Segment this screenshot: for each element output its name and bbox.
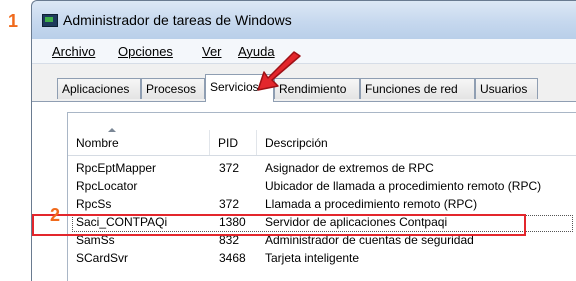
service-pid: 372 bbox=[219, 197, 240, 211]
tab-funciones-de-red[interactable]: Funciones de red bbox=[360, 78, 475, 99]
column-header-name[interactable]: Nombre bbox=[68, 128, 210, 155]
table-row[interactable]: SCardSvr 3468 Tarjeta inteligente bbox=[68, 249, 576, 267]
tab-procesos[interactable]: Procesos bbox=[141, 78, 205, 99]
menu-opciones[interactable]: Opciones bbox=[118, 44, 173, 59]
menu-ver[interactable]: Ver bbox=[202, 44, 222, 59]
service-description: Llamada a procedimiento remoto (RPC) bbox=[265, 197, 478, 211]
service-name: RpcSs bbox=[76, 197, 112, 211]
service-name: SCardSvr bbox=[76, 251, 129, 265]
tab-strip: Aplicaciones Procesos Servicios Rendimie… bbox=[32, 64, 576, 102]
column-header-row: Nombre PID Descripción bbox=[68, 128, 576, 156]
pointer-arrow-icon bbox=[257, 51, 301, 91]
column-header-name-label: Nombre bbox=[76, 136, 119, 150]
column-header-pid-label: PID bbox=[218, 136, 239, 150]
service-pid: 372 bbox=[219, 161, 240, 175]
task-manager-window: Administrador de tareas de Windows Archi… bbox=[31, 0, 576, 281]
menu-archivo[interactable]: Archivo bbox=[52, 44, 95, 59]
services-list[interactable]: Nombre PID Descripción RpcEptMapper 372 … bbox=[67, 112, 576, 281]
table-row[interactable]: RpcEptMapper 372 Asignador de extremos d… bbox=[68, 159, 576, 177]
service-description: Asignador de extremos de RPC bbox=[265, 161, 434, 175]
table-row[interactable]: RpcLocator Ubicador de llamada a procedi… bbox=[68, 177, 576, 195]
step-number-1: 1 bbox=[8, 11, 19, 31]
step-number-2: 2 bbox=[50, 205, 61, 225]
tab-aplicaciones[interactable]: Aplicaciones bbox=[57, 78, 141, 99]
service-name: RpcEptMapper bbox=[76, 161, 157, 175]
column-header-description[interactable]: Descripción bbox=[257, 130, 576, 155]
menu-bar: Archivo Opciones Ver Ayuda bbox=[32, 39, 576, 64]
column-header-description-label: Descripción bbox=[265, 136, 328, 150]
title-bar[interactable]: Administrador de tareas de Windows bbox=[32, 1, 576, 39]
service-pid: 3468 bbox=[219, 251, 246, 265]
highlight-frame bbox=[32, 214, 526, 236]
column-header-pid[interactable]: PID bbox=[210, 130, 257, 155]
services-panel: Nombre PID Descripción RpcEptMapper 372 … bbox=[32, 101, 576, 281]
service-description: Ubicador de llamada a procedimiento remo… bbox=[265, 179, 542, 193]
service-description: Tarjeta inteligente bbox=[265, 251, 360, 265]
table-row[interactable]: RpcSs 372 Llamada a procedimiento remoto… bbox=[68, 195, 576, 213]
sort-ascending-icon bbox=[108, 128, 116, 132]
service-name: RpcLocator bbox=[76, 179, 138, 193]
task-manager-icon bbox=[42, 14, 58, 27]
window-title: Administrador de tareas de Windows bbox=[63, 12, 292, 28]
tab-usuarios[interactable]: Usuarios bbox=[475, 78, 538, 99]
